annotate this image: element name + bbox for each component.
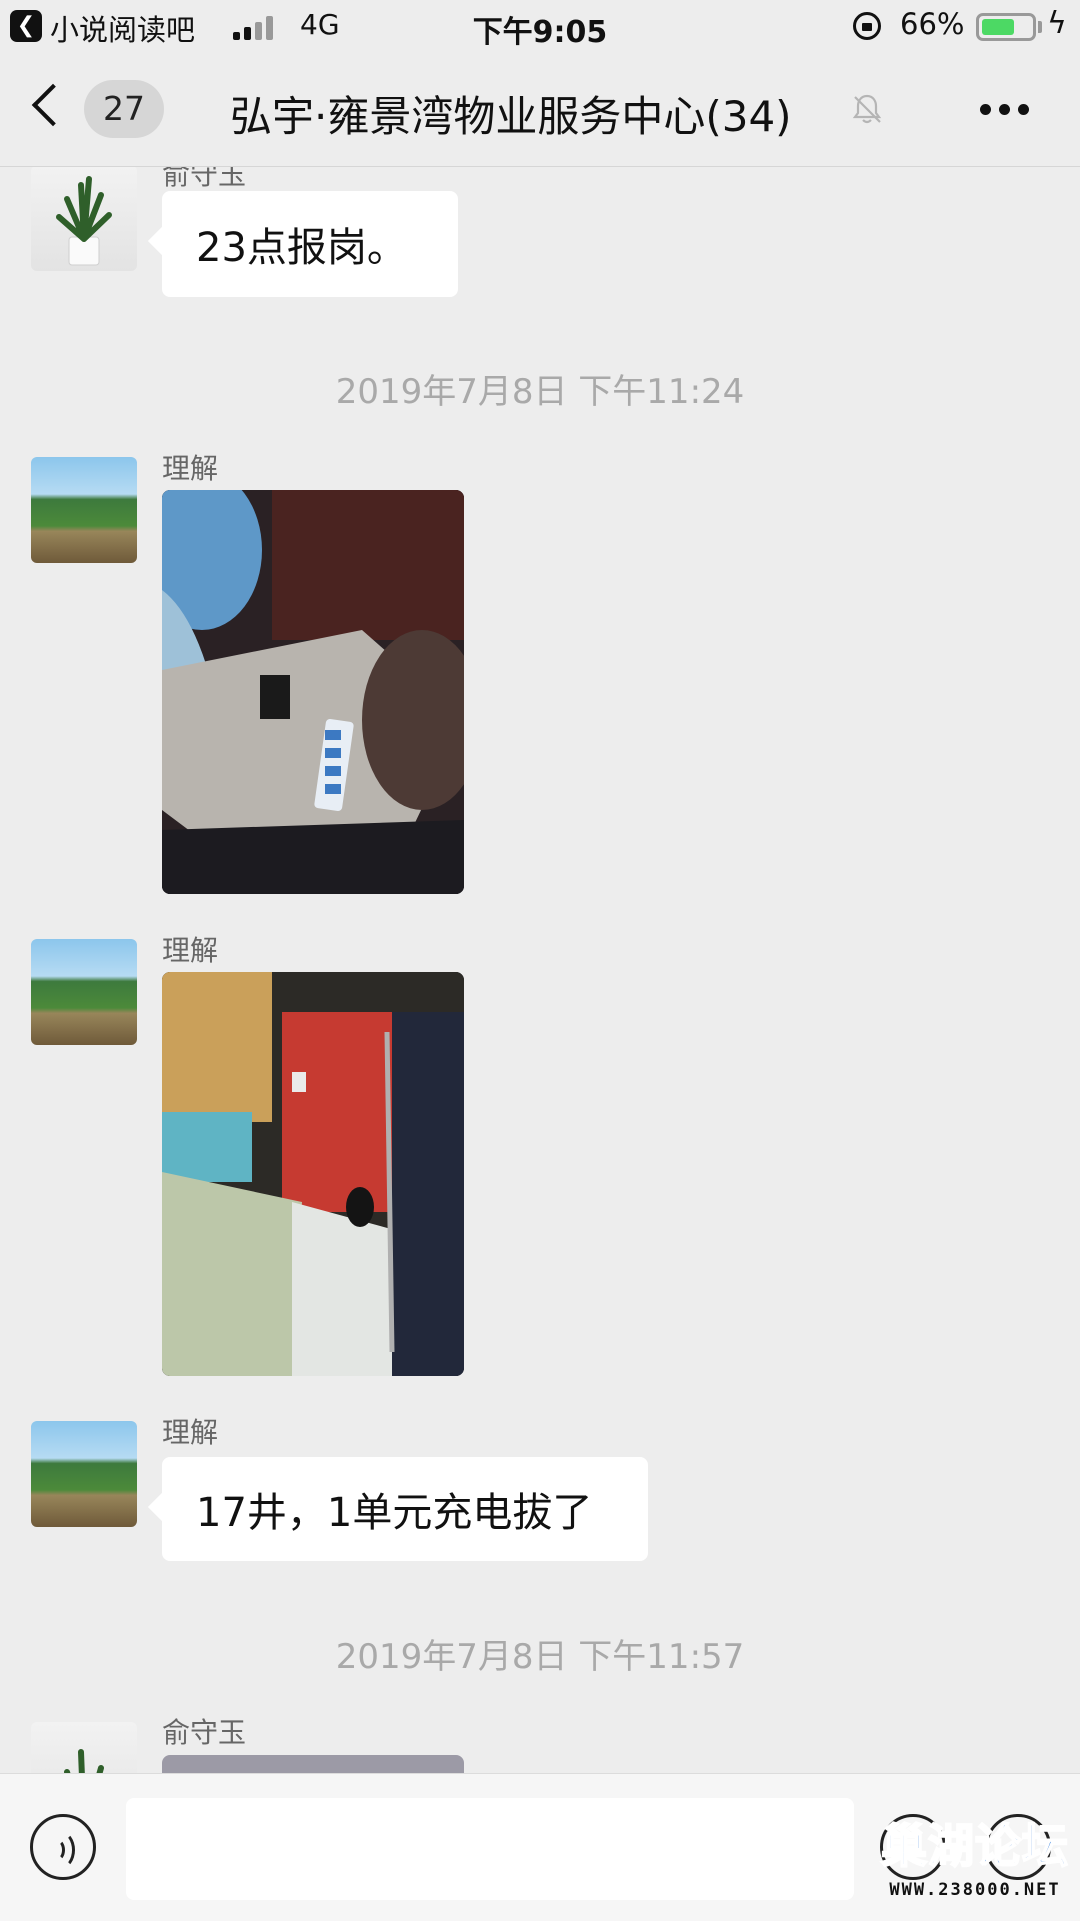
rotation-lock-icon (853, 12, 881, 40)
sender-name: 俞守玉 (162, 1716, 247, 1749)
message-list[interactable]: 俞守玉 23点报岗。 2019年7月8日 下午11:24 理解 理解 理解 17… (0, 167, 1080, 1773)
chat-title: 弘宇·雍景湾物业服务中心(34) (230, 92, 792, 141)
message-timestamp: 2019年7月8日 下午11:57 (335, 1637, 745, 1677)
charging-icon: ϟ (1047, 6, 1067, 41)
watermark-url: WWW.238000.NET (889, 1880, 1061, 1900)
sender-name: 俞守玉 (162, 167, 247, 191)
more-icon[interactable] (980, 104, 1030, 116)
avatar[interactable] (31, 1722, 137, 1773)
unread-count-badge[interactable]: 27 (84, 80, 164, 138)
avatar[interactable] (31, 457, 137, 563)
back-chevron-icon[interactable] (31, 83, 75, 127)
battery-percent: 66% (900, 7, 965, 41)
watermark-title: 巢湖论坛 (880, 1818, 1069, 1874)
photo-room-floor (162, 972, 464, 1376)
battery-level (982, 19, 1014, 35)
battery-icon (976, 13, 1036, 41)
chat-header: 27 弘宇·雍景湾物业服务中心(34) (0, 56, 1080, 167)
plant-avatar-icon (56, 176, 112, 266)
forum-watermark: 巢湖论坛 WWW.238000.NET (880, 1810, 1070, 1910)
sender-name: 理解 (162, 934, 219, 967)
message-input[interactable] (126, 1798, 854, 1900)
sender-name: 理解 (162, 452, 219, 485)
voice-icon[interactable] (30, 1814, 96, 1880)
status-bar: ❮ 小说阅读吧 4G 下午9:05 66% ϟ (0, 0, 1080, 56)
image-message[interactable] (162, 1755, 464, 1773)
text-message-bubble[interactable]: 23点报岗。 (162, 191, 458, 297)
text-message-bubble[interactable]: 17井，1单元充电拔了 (162, 1457, 648, 1561)
photo-charging-station (162, 490, 464, 894)
sender-name: 理解 (162, 1416, 219, 1449)
avatar[interactable] (31, 167, 137, 271)
message-timestamp: 2019年7月8日 下午11:24 (335, 372, 745, 412)
avatar[interactable] (31, 1421, 137, 1527)
plant-avatar-icon (64, 1749, 104, 1773)
battery-cap (1038, 21, 1042, 33)
mute-bell-icon (852, 94, 882, 124)
image-message[interactable] (162, 972, 464, 1376)
image-message[interactable] (162, 490, 464, 894)
input-bar: 巢湖论坛 WWW.238000.NET (0, 1773, 1080, 1921)
avatar[interactable] (31, 939, 137, 1045)
